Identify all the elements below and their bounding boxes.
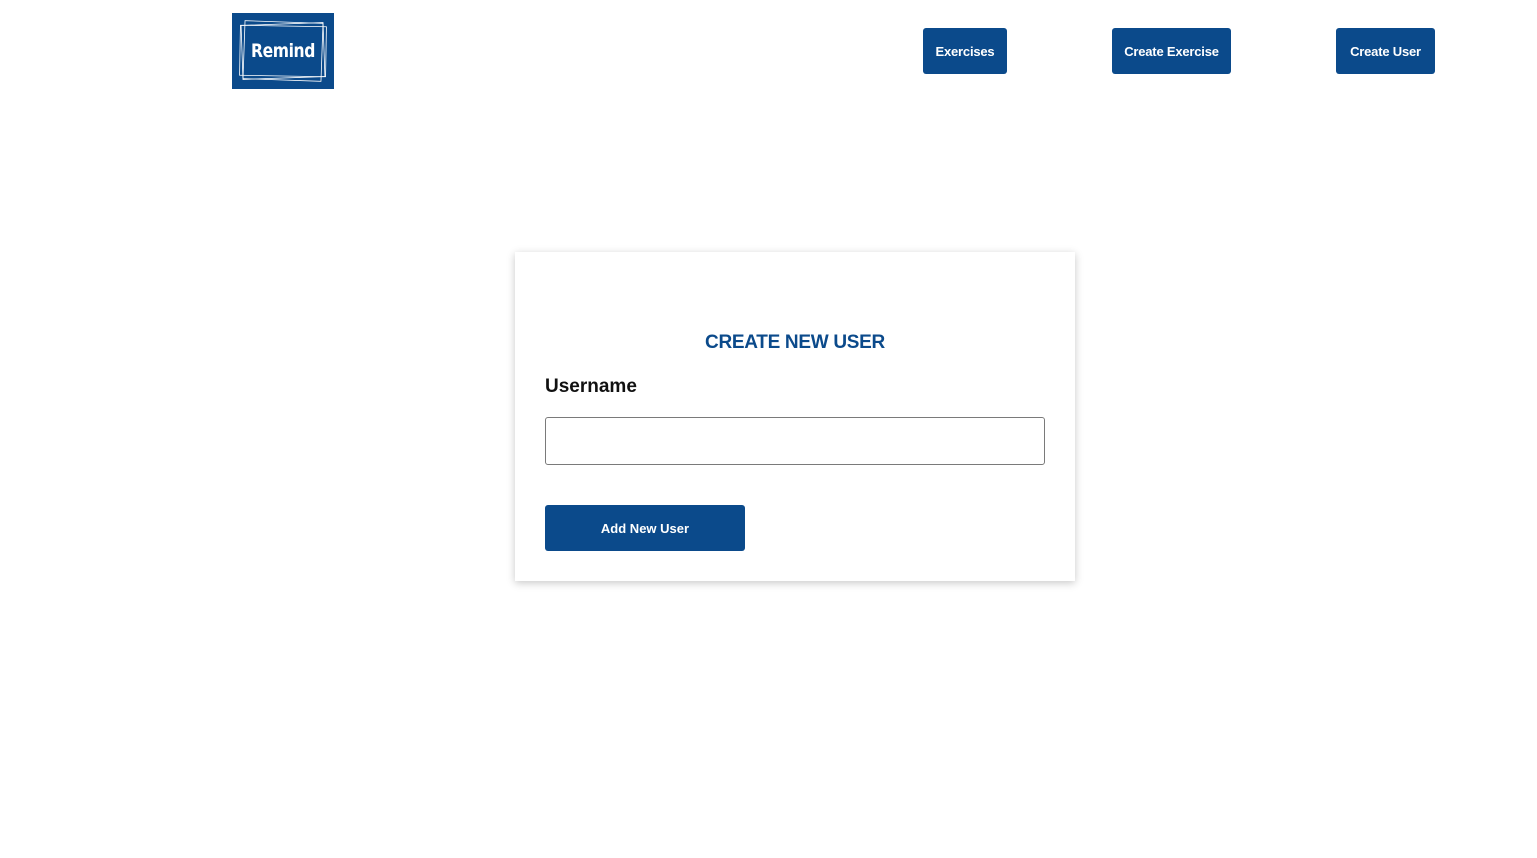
page: Remind Exercises Create Exercise Create … (0, 0, 1537, 858)
add-new-user-button[interactable]: Add New User (545, 505, 745, 551)
nav-exercises-button[interactable]: Exercises (923, 28, 1007, 74)
username-input[interactable] (545, 417, 1045, 465)
nav-create-exercise-button[interactable]: Create Exercise (1112, 28, 1231, 74)
username-label: Username (545, 376, 637, 397)
create-user-card: CREATE NEW USER Username Add New User (515, 252, 1075, 581)
logo-text: Remind (251, 40, 315, 62)
form-title: CREATE NEW USER (705, 332, 885, 353)
logo[interactable]: Remind (232, 13, 334, 89)
nav-create-user-button[interactable]: Create User (1336, 28, 1435, 74)
